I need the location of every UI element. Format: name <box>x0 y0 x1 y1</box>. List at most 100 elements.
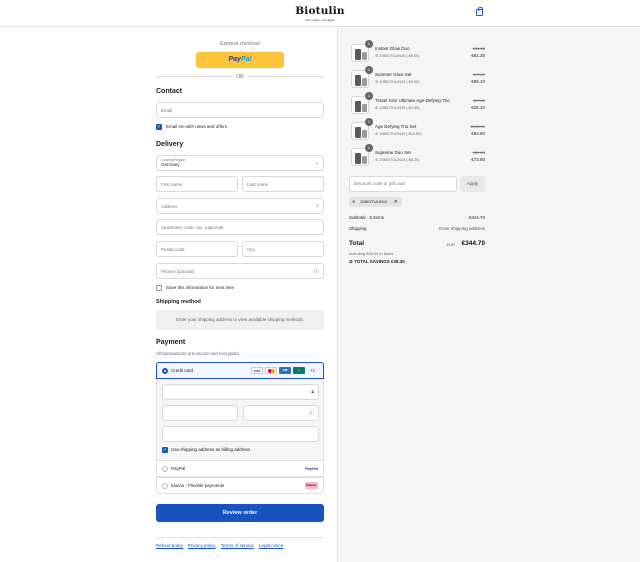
paypal-option[interactable]: PayPal PayPal <box>156 460 324 477</box>
shipping-method-heading: Shipping method <box>156 299 201 305</box>
subtotal-value: €344.70 <box>468 215 485 220</box>
card-brand-icon: ▪ <box>293 367 305 374</box>
quantity-badge: 1 <box>365 118 373 126</box>
legal-notice-link[interactable]: Legal notice <box>259 543 283 548</box>
search-icon: ⌕ <box>316 203 319 209</box>
close-icon[interactable]: ✕ <box>394 197 398 207</box>
apply-discount-button[interactable]: Apply <box>460 176 485 192</box>
visa-icon: VISA <box>251 367 263 374</box>
express-checkout-label: Express checkout <box>220 41 260 47</box>
refund-policy-link[interactable]: Refund policy <box>156 543 183 548</box>
card-details-area: 🔒︎ ⓘ Use shipping address as billing add… <box>156 379 324 460</box>
discounted-price: €73.80 <box>471 157 485 162</box>
quantity-badge: 1 <box>365 144 373 152</box>
total-value: €344.70 <box>461 240 486 247</box>
save-info-checkbox[interactable] <box>156 285 162 291</box>
discount-code-text: 10BIOTULIN10 (-€8.20) <box>379 158 420 162</box>
address-placeholder: Address <box>161 203 178 209</box>
shipping-label: Shipping <box>349 226 367 231</box>
security-code-field[interactable]: ⓘ <box>243 405 319 421</box>
contact-heading: Contact <box>156 88 183 95</box>
phone-field[interactable]: Phone (optional) ⓘ <box>156 263 324 279</box>
apartment-field[interactable]: Apartment, suite, etc. (optional) <box>156 219 324 235</box>
discount-code-input[interactable]: Discount code or gift card <box>349 176 457 192</box>
savings-label: TOTAL SAVINGS <box>354 259 390 264</box>
original-price: €82.00 <box>472 150 485 155</box>
divider <box>248 76 324 77</box>
first-name-field[interactable]: First name <box>156 176 238 192</box>
postal-code-field[interactable]: Postal code <box>156 241 238 257</box>
discount-code-text: 10BIOTULIN10 (-€6.00) <box>379 54 420 58</box>
country-select[interactable]: Country/Region Germany ⌄ <box>156 155 324 171</box>
product-name: Travel Size Ultimate Age-Defying Trio <box>375 98 450 103</box>
paypal-radio[interactable] <box>162 466 168 472</box>
paypal-pay-text: Pay <box>228 56 241 63</box>
taxes-note: Including €55.04 in taxes <box>349 251 394 256</box>
subtotal-label: Subtotal · 5 items <box>349 215 385 220</box>
brand-name: Biotulin <box>295 5 345 17</box>
product-name: Age Defying Trio Set <box>375 124 417 129</box>
more-brands-count: +1 <box>310 368 316 373</box>
brand-logo[interactable]: Biotulin don't inject - just apply <box>290 5 350 23</box>
card-number-field[interactable]: 🔒︎ <box>162 384 319 400</box>
quantity-badge: 1 <box>365 40 373 48</box>
product-name: Summer Glow Set <box>375 72 412 77</box>
amex-icon: AM <box>279 367 291 374</box>
applied-code-text: 10BIOTULIN10 <box>360 199 388 204</box>
help-icon[interactable]: ⓘ <box>314 268 319 275</box>
discount-code-label: ⊘ 10BIOTULIN10 (-€6.00) <box>375 53 420 58</box>
name-on-card-field[interactable] <box>162 426 319 442</box>
currency-code: EUR <box>446 242 455 247</box>
discount-code-text: 10BIOTULIN10 (-€2.90) <box>379 106 420 110</box>
discount-code-text: 10BIOTULIN10 (-€10.50) <box>379 132 422 136</box>
discounted-price: €61.20 <box>471 53 485 58</box>
original-price: €66.00 <box>472 46 485 51</box>
original-price: €29.00 <box>472 98 485 103</box>
privacy-policy-link[interactable]: Privacy policy <box>188 543 216 548</box>
shipping-method-notice: Enter your shipping address to view avai… <box>156 310 324 330</box>
cart-item: 1 Instant Glow Duo ⊘ 10BIOTULIN10 (-€6.0… <box>351 40 485 66</box>
product-name: Instant Glow Duo <box>375 46 410 51</box>
last-name-field[interactable]: Last name <box>242 176 324 192</box>
discount-code-label: ⊘ 10BIOTULIN10 (-€9.90) <box>375 79 420 84</box>
payment-subtitle: All transactions are secure and encrypte… <box>156 351 241 356</box>
shopping-bag-icon[interactable] <box>476 7 483 16</box>
original-price: €99.00 <box>472 72 485 77</box>
savings-value: €38.30 <box>390 259 405 264</box>
paypal-express-button[interactable]: PayPal <box>196 52 284 68</box>
credit-card-option[interactable]: Credit card VISA AM ▪ +1 <box>156 362 324 379</box>
billing-same-label: Use shipping address as billing address <box>171 447 251 452</box>
expiration-date-field[interactable] <box>162 405 238 421</box>
billing-same-checkbox[interactable] <box>162 447 168 453</box>
country-value: Germany <box>161 162 180 167</box>
credit-card-radio[interactable] <box>162 368 168 374</box>
quantity-badge: 1 <box>365 66 373 74</box>
lock-icon: 🔒︎ <box>311 389 314 395</box>
phone-placeholder: Phone (optional) <box>161 268 195 274</box>
paypal-logo-icon: PayPal <box>304 466 318 471</box>
discount-code-text: 10BIOTULIN10 (-€9.90) <box>379 80 420 84</box>
site-header: Biotulin don't inject - just apply <box>0 0 640 27</box>
review-order-button[interactable]: Review order <box>156 504 324 522</box>
email-field[interactable]: Email <box>156 102 324 118</box>
address-field[interactable]: Address ⌕ <box>156 198 324 214</box>
klarna-option[interactable]: Klarna - Flexible payments Klarna. <box>156 477 324 494</box>
brand-tagline: don't inject - just apply <box>305 18 335 22</box>
original-price: €105.00 <box>470 124 485 129</box>
discount-code-label: ⊘ 10BIOTULIN10 (-€10.50) <box>375 131 422 136</box>
discount-code-label: ⊘ 10BIOTULIN10 (-€2.90) <box>375 105 420 110</box>
help-icon[interactable]: ⓘ <box>309 410 314 417</box>
cart-item: 1 Age Defying Trio Set ⊘ 10BIOTULIN10 (-… <box>351 118 485 144</box>
terms-of-service-link[interactable]: Terms of service <box>221 543 254 548</box>
cart-item: 1 Summer Glow Set ⊘ 10BIOTULIN10 (-€9.90… <box>351 66 485 92</box>
cart-item: 1 Travel Size Ultimate Age-Defying Trio … <box>351 92 485 118</box>
paypal-label: PayPal <box>171 466 186 471</box>
klarna-radio[interactable] <box>162 483 168 489</box>
applied-discount-chip: ⊘ 10BIOTULIN10 ✕ <box>349 197 402 207</box>
newsletter-checkbox[interactable] <box>156 124 162 130</box>
discounted-price: €94.50 <box>471 131 485 136</box>
city-field[interactable]: City <box>242 241 324 257</box>
credit-card-label: Credit card <box>171 368 194 373</box>
or-separator: OR <box>236 74 244 80</box>
save-info-label: Save this information for next time <box>166 285 235 290</box>
